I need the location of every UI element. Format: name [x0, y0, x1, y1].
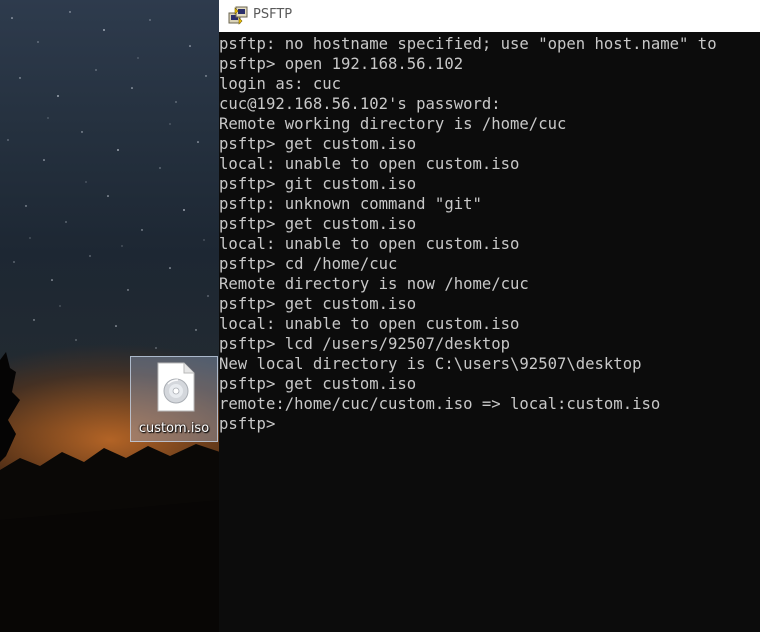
console-line: psftp> lcd /users/92507/desktop — [219, 335, 511, 353]
console-line: Remote directory is now /home/cuc — [219, 275, 529, 293]
console-line: psftp> get custom.iso — [219, 135, 417, 153]
console-line: psftp> get custom.iso — [219, 375, 417, 393]
console-line: psftp> get custom.iso — [219, 295, 417, 313]
title-bar[interactable]: PSFTP — [219, 0, 760, 32]
console-line: psftp> git custom.iso — [219, 175, 417, 193]
console-line: psftp> open 192.168.56.102 — [219, 55, 464, 73]
putty-psftp-icon — [228, 6, 248, 25]
horizon-silhouette — [0, 352, 220, 632]
console-prompt-line[interactable]: psftp> — [219, 414, 760, 434]
desktop-file-label: custom.iso — [138, 421, 210, 436]
console-line: local: unable to open custom.iso — [219, 235, 520, 253]
console-line: local: unable to open custom.iso — [219, 315, 520, 333]
console-output[interactable]: psftp: no hostname specified; use "open … — [219, 34, 760, 632]
console-line: cuc@192.168.56.102's password: — [219, 95, 501, 113]
psftp-window[interactable]: PSFTP psftp: no hostname specified; use … — [219, 0, 760, 632]
console-line: Remote working directory is /home/cuc — [219, 115, 567, 133]
console-line: New local directory is C:\users\92507\de… — [219, 355, 642, 373]
console-line: remote:/home/cuc/custom.iso => local:cus… — [219, 395, 661, 413]
desktop-file-custom-iso[interactable]: custom.iso — [130, 356, 218, 442]
console-line: login as: cuc — [219, 75, 342, 93]
disc-image-file-icon — [157, 362, 195, 412]
console-line: psftp> get custom.iso — [219, 215, 417, 233]
console-line: psftp: no hostname specified; use "open … — [219, 35, 717, 53]
console-line: psftp> cd /home/cuc — [219, 255, 398, 273]
console-line: local: unable to open custom.iso — [219, 155, 520, 173]
window-title: PSFTP — [253, 7, 293, 22]
console-line: psftp: unknown command "git" — [219, 195, 482, 213]
